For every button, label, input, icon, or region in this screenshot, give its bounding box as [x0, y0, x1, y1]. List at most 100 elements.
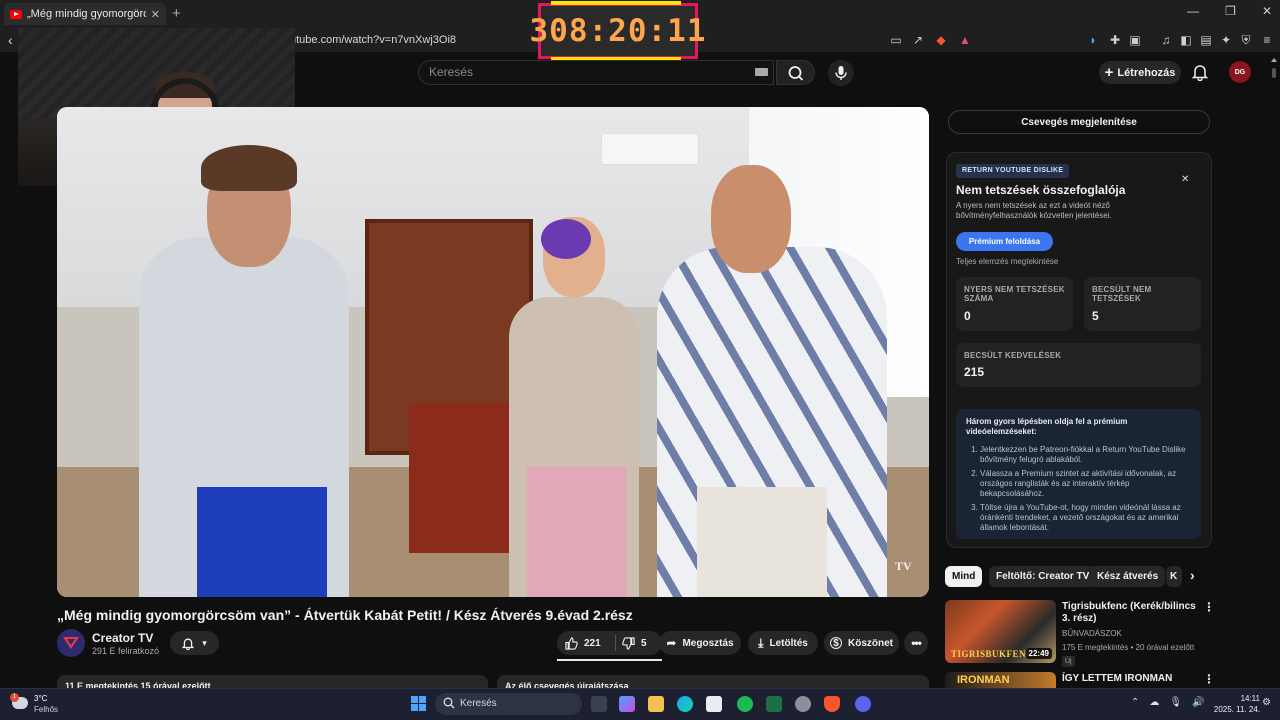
close-icon[interactable]: ✕ [1181, 174, 1189, 185]
onedrive-icon[interactable]: ☁ [1149, 697, 1159, 708]
task-view-icon[interactable] [591, 696, 607, 712]
recommendation-channel[interactable]: BŰNVADÁSZOK [1062, 629, 1122, 638]
recommendation-title[interactable]: ÍGY LETTEM IRONMAN [1062, 673, 1172, 684]
show-chat-button[interactable]: Csevegés megjelenítése [948, 110, 1210, 134]
search-input[interactable]: Keresés [418, 60, 774, 85]
stat-value: 0 [964, 309, 971, 323]
back-arrow-icon[interactable]: ‹ [8, 32, 13, 48]
media-icon[interactable]: ♫ [1159, 33, 1173, 47]
youtube-favicon-icon [10, 9, 22, 19]
taskbar-clock[interactable]: 14:11 2025. 11. 24. [1200, 693, 1260, 715]
chip-uploader[interactable]: Feltöltő: Creator TV [989, 566, 1097, 587]
stat-estimated-likes: BECSÜLT KEDVELÉSEK 215 [956, 343, 1201, 387]
stat-label: BECSÜLT KEDVELÉSEK [964, 351, 1062, 360]
microphone-icon[interactable]: 🎙 [1169, 697, 1182, 708]
steam-icon[interactable] [795, 696, 811, 712]
premium-unlock-button[interactable]: Prémium feloldása [956, 232, 1053, 251]
tip-item: Válassza a Premium szintet az aktivítási… [980, 469, 1191, 499]
taskbar-search[interactable]: Keresés [435, 693, 582, 715]
thumbs-down-icon [622, 636, 635, 650]
channel-watermark-icon: TV [895, 559, 912, 573]
like-ratio-bar [557, 659, 662, 661]
vpn-shield-icon[interactable]: ⛨ [1239, 33, 1253, 47]
subscription-bell-button[interactable]: ▾ [170, 631, 219, 655]
thanks-button[interactable]: $ Köszönet [824, 631, 899, 655]
filter-chips: Mind Feltöltő: Creator TV Kész átverés K… [945, 566, 1210, 587]
chip-more[interactable]: K [1166, 566, 1182, 587]
extensions-icon[interactable]: ✚ [1108, 33, 1122, 47]
download-button[interactable]: ⤓ Letöltés [748, 631, 818, 655]
more-actions-button[interactable]: ••• [904, 631, 928, 655]
close-window-icon[interactable]: ✕ [1262, 4, 1272, 18]
discord-icon[interactable] [855, 696, 871, 712]
share-button[interactable]: ➦ Megosztás [659, 631, 741, 655]
sidebar-toggle-icon[interactable]: ◧ [1179, 33, 1193, 47]
page-scrollbar[interactable] [1270, 56, 1278, 688]
like-dislike-group: 221 5 [557, 631, 662, 655]
timer-text: 308:20:11 [529, 13, 707, 49]
stat-label: NYERS NEM TETSZÉSEK SZÁMA [964, 285, 1065, 303]
copilot-icon[interactable] [619, 696, 635, 712]
notifications-bell-icon[interactable] [1192, 63, 1208, 81]
thumbs-up-icon [565, 636, 578, 650]
reader-mode-icon[interactable]: ◗ [1086, 33, 1100, 47]
thanks-dollar-icon: $ [830, 637, 842, 649]
brave-rewards-icon[interactable]: ▲ [958, 33, 972, 47]
browser-tab[interactable]: „Még mindig gyomorgörcsöm v ✕ [4, 3, 166, 25]
restore-icon[interactable]: ❐ [1225, 4, 1236, 18]
stat-value: 215 [964, 365, 985, 379]
windows-start-icon[interactable] [411, 696, 426, 711]
chevron-right-icon[interactable]: › [1190, 567, 1195, 583]
stat-label: BECSÜLT NEM TETSZÉSEK [1092, 285, 1152, 303]
screenshot-icon[interactable]: ▣ [1128, 33, 1142, 47]
chip-all[interactable]: Mind [945, 566, 983, 587]
chip-kesz-atveres[interactable]: Kész átverés [1090, 566, 1166, 587]
store-icon[interactable] [706, 696, 722, 712]
account-avatar[interactable]: DG [1229, 61, 1251, 83]
like-button[interactable]: 221 [565, 636, 615, 650]
file-explorer-icon[interactable] [648, 696, 664, 712]
air-conditioner [601, 133, 699, 165]
share-page-icon[interactable]: ↗ [911, 33, 925, 47]
tab-close-icon[interactable]: ✕ [151, 8, 160, 21]
weather-badge: 1 [10, 693, 19, 702]
video-player[interactable]: TV [57, 107, 929, 597]
more-horizontal-icon: ••• [911, 636, 922, 650]
spotify-icon[interactable] [737, 696, 753, 712]
window-controls: — ❐ ✕ [1187, 4, 1272, 18]
search-icon [788, 66, 804, 81]
cast-icon[interactable]: ▭ [889, 33, 903, 47]
recommendation-thumbnail[interactable]: TIGRISBUKFENC 22:49 [945, 600, 1056, 663]
voice-search-button[interactable] [828, 60, 854, 86]
tray-overflow-icon[interactable]: ⌃ [1131, 697, 1139, 708]
wallet-icon[interactable]: ▤ [1199, 33, 1213, 47]
weather-widget[interactable]: 1 3°C Felhős [10, 693, 70, 717]
recommendation-title[interactable]: Tigrisbukfenc (Kerék/bilincs 3. rész) [1062, 601, 1202, 625]
creator-tv-logo-icon [63, 637, 79, 649]
video-title: „Még mindig gyomorgörcsöm van” - Átvertü… [57, 607, 633, 623]
dislike-button[interactable]: 5 [622, 636, 647, 650]
brave-browser-icon[interactable] [824, 696, 840, 712]
keyboard-icon[interactable] [755, 68, 768, 76]
brave-shield-icon[interactable]: ◆ [934, 33, 948, 47]
download-icon: ⤓ [758, 635, 764, 650]
tip-item: Jelentkezzen be Patreon-fiókkal a Return… [980, 445, 1191, 465]
more-vertical-icon[interactable]: ⋮ [1203, 672, 1215, 686]
new-tab-icon[interactable]: + [172, 5, 181, 22]
new-badge: Új [1062, 656, 1075, 667]
channel-avatar[interactable] [57, 629, 85, 657]
search-button[interactable] [776, 60, 815, 85]
dislike-count: 5 [641, 637, 647, 649]
search-icon [443, 697, 455, 709]
notification-center-icon[interactable]: ⚙ [1262, 697, 1271, 708]
full-analysis-link[interactable]: Teljes elemzés megtekintése [956, 257, 1058, 266]
more-vertical-icon[interactable]: ⋮ [1203, 600, 1215, 614]
url-field[interactable]: utube.com/watch?v=n7vnXwj3Oi8 [290, 34, 456, 46]
edge-browser-icon[interactable] [677, 696, 693, 712]
menu-icon[interactable]: ≡ [1260, 33, 1274, 47]
channel-name[interactable]: Creator TV [92, 631, 153, 645]
minimize-icon[interactable]: — [1187, 4, 1199, 18]
create-button[interactable]: + Létrehozás [1099, 61, 1181, 84]
ai-assistant-icon[interactable]: ✦ [1219, 33, 1233, 47]
excel-icon[interactable] [766, 696, 782, 712]
